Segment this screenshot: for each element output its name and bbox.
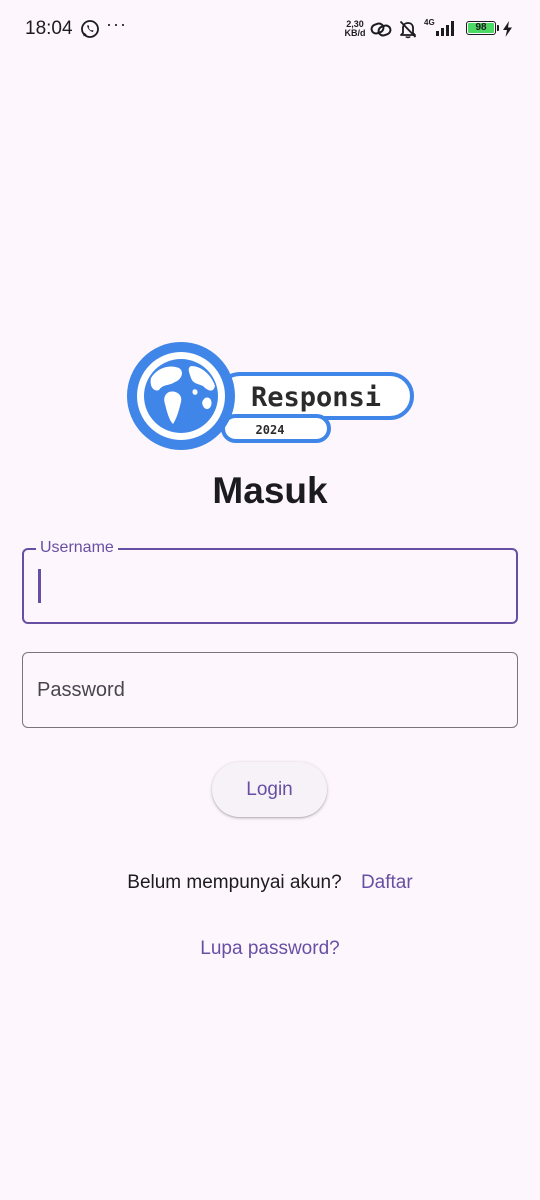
battery-cap xyxy=(497,25,499,31)
password-input[interactable] xyxy=(37,653,497,727)
network-speed-unit: KB/d xyxy=(344,28,366,38)
register-prompt: Belum mempunyai akun? xyxy=(127,872,342,893)
logo-year: 2024 xyxy=(256,423,285,437)
globe-icon xyxy=(127,342,235,450)
responsi-logo: Responsi 2024 xyxy=(127,342,414,450)
password-field[interactable] xyxy=(22,652,518,728)
bell-off-icon xyxy=(399,20,417,39)
forgot-password-link[interactable]: Lupa password? xyxy=(0,938,540,960)
status-time: 18:04 xyxy=(25,18,73,39)
battery-level: 98 xyxy=(468,23,494,33)
network-speed: 2,30 KB/d xyxy=(343,20,367,38)
username-input[interactable] xyxy=(38,550,498,622)
register-row: Belum mempunyai akun? Daftar xyxy=(0,872,540,894)
logo-text: Responsi xyxy=(251,382,381,413)
whatsapp-icon xyxy=(81,20,99,38)
status-bar: 18:04 ··· 2,30 KB/d 4G 98 xyxy=(0,0,540,58)
signal-icon xyxy=(436,21,454,36)
username-field[interactable]: Username xyxy=(22,539,518,624)
link-icon xyxy=(370,22,392,37)
more-notifications-icon: ··· xyxy=(106,14,127,34)
register-link[interactable]: Daftar xyxy=(361,872,413,893)
battery-icon: 98 xyxy=(466,21,496,35)
login-button[interactable]: Login xyxy=(212,762,327,817)
charging-icon xyxy=(503,21,512,37)
page-title: Masuk xyxy=(212,470,328,511)
